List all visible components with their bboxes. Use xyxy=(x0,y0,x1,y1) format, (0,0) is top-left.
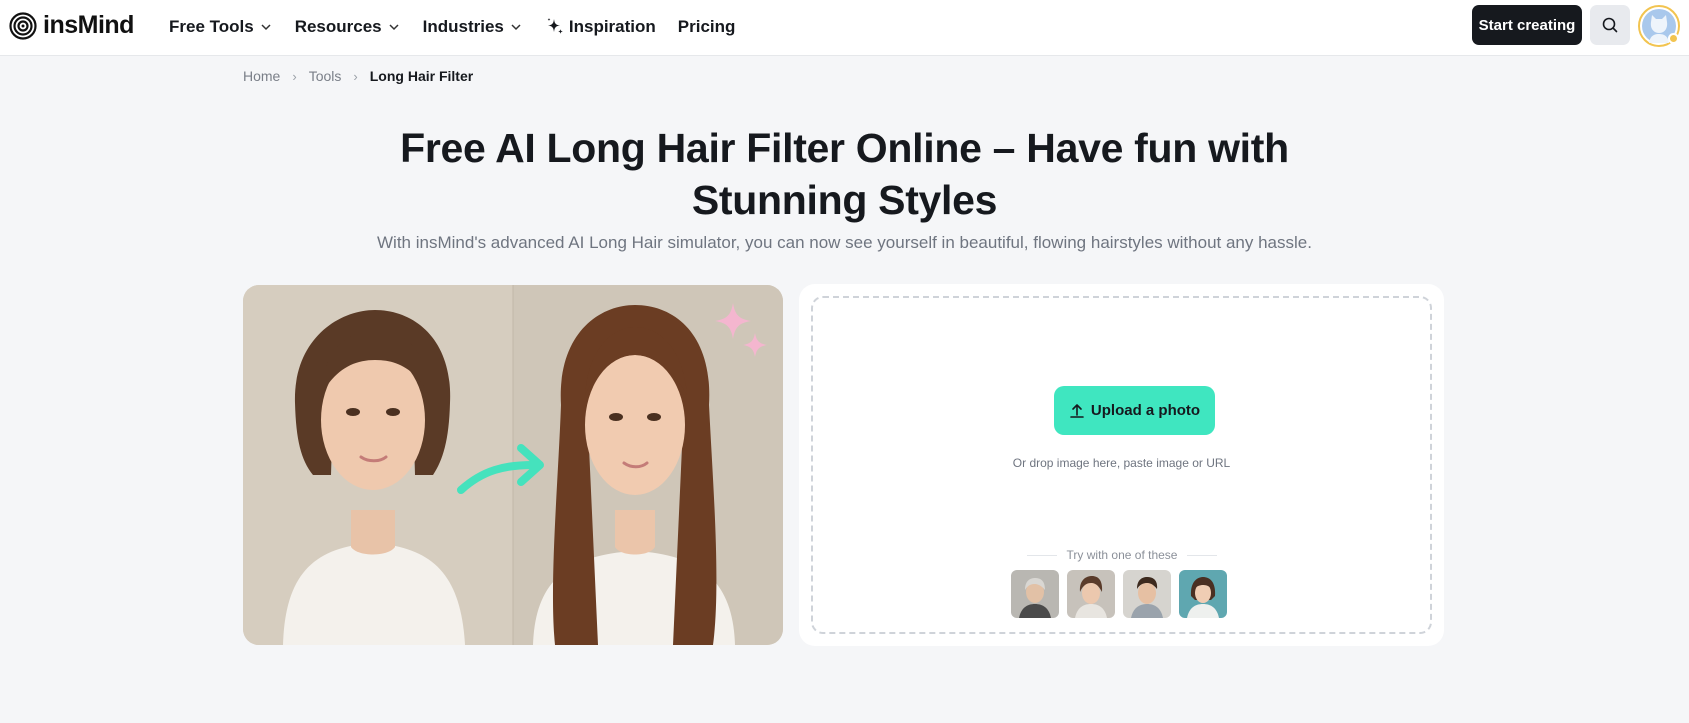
sample-image-short-hair-woman[interactable] xyxy=(1067,570,1115,618)
main-nav: Free Tools Resources Industries Inspirat… xyxy=(169,14,757,40)
start-creating-button[interactable]: Start creating xyxy=(1472,5,1582,45)
nav-industries-label: Industries xyxy=(422,17,504,36)
upload-photo-button[interactable]: Upload a photo xyxy=(1054,386,1215,435)
logo-icon xyxy=(9,11,37,40)
breadcrumb-home[interactable]: Home xyxy=(243,68,280,84)
try-samples-label: Try with one of these xyxy=(1027,548,1218,562)
user-avatar[interactable] xyxy=(1638,5,1680,47)
brand-logo[interactable]: insMind xyxy=(9,11,134,40)
sample-image-elderly-woman[interactable] xyxy=(1011,570,1059,618)
chevron-down-icon xyxy=(511,24,521,31)
avatar-status-badge xyxy=(1668,33,1679,44)
divider xyxy=(1187,554,1218,556)
chevron-right-icon: › xyxy=(292,68,297,84)
upload-icon xyxy=(1070,403,1084,418)
sparkle-icon xyxy=(547,18,563,34)
nav-inspiration-label: Inspiration xyxy=(568,17,656,36)
nav-pricing-label: Pricing xyxy=(677,17,736,36)
drop-hint-text: Or drop image here, paste image or URL xyxy=(1012,456,1231,470)
sample-image-bob-hair-woman[interactable] xyxy=(1179,570,1227,618)
search-icon xyxy=(1602,17,1618,33)
breadcrumb-current: Long Hair Filter xyxy=(369,68,474,84)
upload-panel: Upload a photo Or drop image here, paste… xyxy=(799,284,1444,646)
search-button[interactable] xyxy=(1590,5,1630,45)
try-samples-text: Try with one of these xyxy=(1066,548,1178,562)
divider xyxy=(1027,554,1057,556)
sample-images xyxy=(1011,570,1227,618)
image-dropzone[interactable]: Upload a photo Or drop image here, paste… xyxy=(811,296,1432,634)
brand-name: insMind xyxy=(43,11,134,39)
chevron-down-icon xyxy=(389,24,399,31)
nav-resources[interactable]: Resources xyxy=(295,14,401,40)
nav-free-tools-label: Free Tools xyxy=(169,17,254,36)
chevron-right-icon: › xyxy=(353,68,358,84)
breadcrumb: Home › Tools › Long Hair Filter xyxy=(243,68,473,84)
sample-image-young-man[interactable] xyxy=(1123,570,1171,618)
top-navbar: insMind Free Tools Resources Industries … xyxy=(0,0,1689,56)
nav-pricing[interactable]: Pricing xyxy=(678,14,736,40)
page-subtitle: With insMind's advanced AI Long Hair sim… xyxy=(377,233,1312,252)
nav-inspiration[interactable]: Inspiration xyxy=(545,14,656,40)
nav-free-tools[interactable]: Free Tools xyxy=(169,14,273,40)
page-title: Free AI Long Hair Filter Online – Have f… xyxy=(400,125,1289,223)
nav-resources-label: Resources xyxy=(294,17,382,36)
before-after-demo-image xyxy=(243,285,783,645)
breadcrumb-tools[interactable]: Tools xyxy=(309,68,342,84)
chevron-down-icon xyxy=(261,24,271,31)
upload-photo-label: Upload a photo xyxy=(1090,402,1201,419)
nav-industries[interactable]: Industries xyxy=(423,14,523,40)
